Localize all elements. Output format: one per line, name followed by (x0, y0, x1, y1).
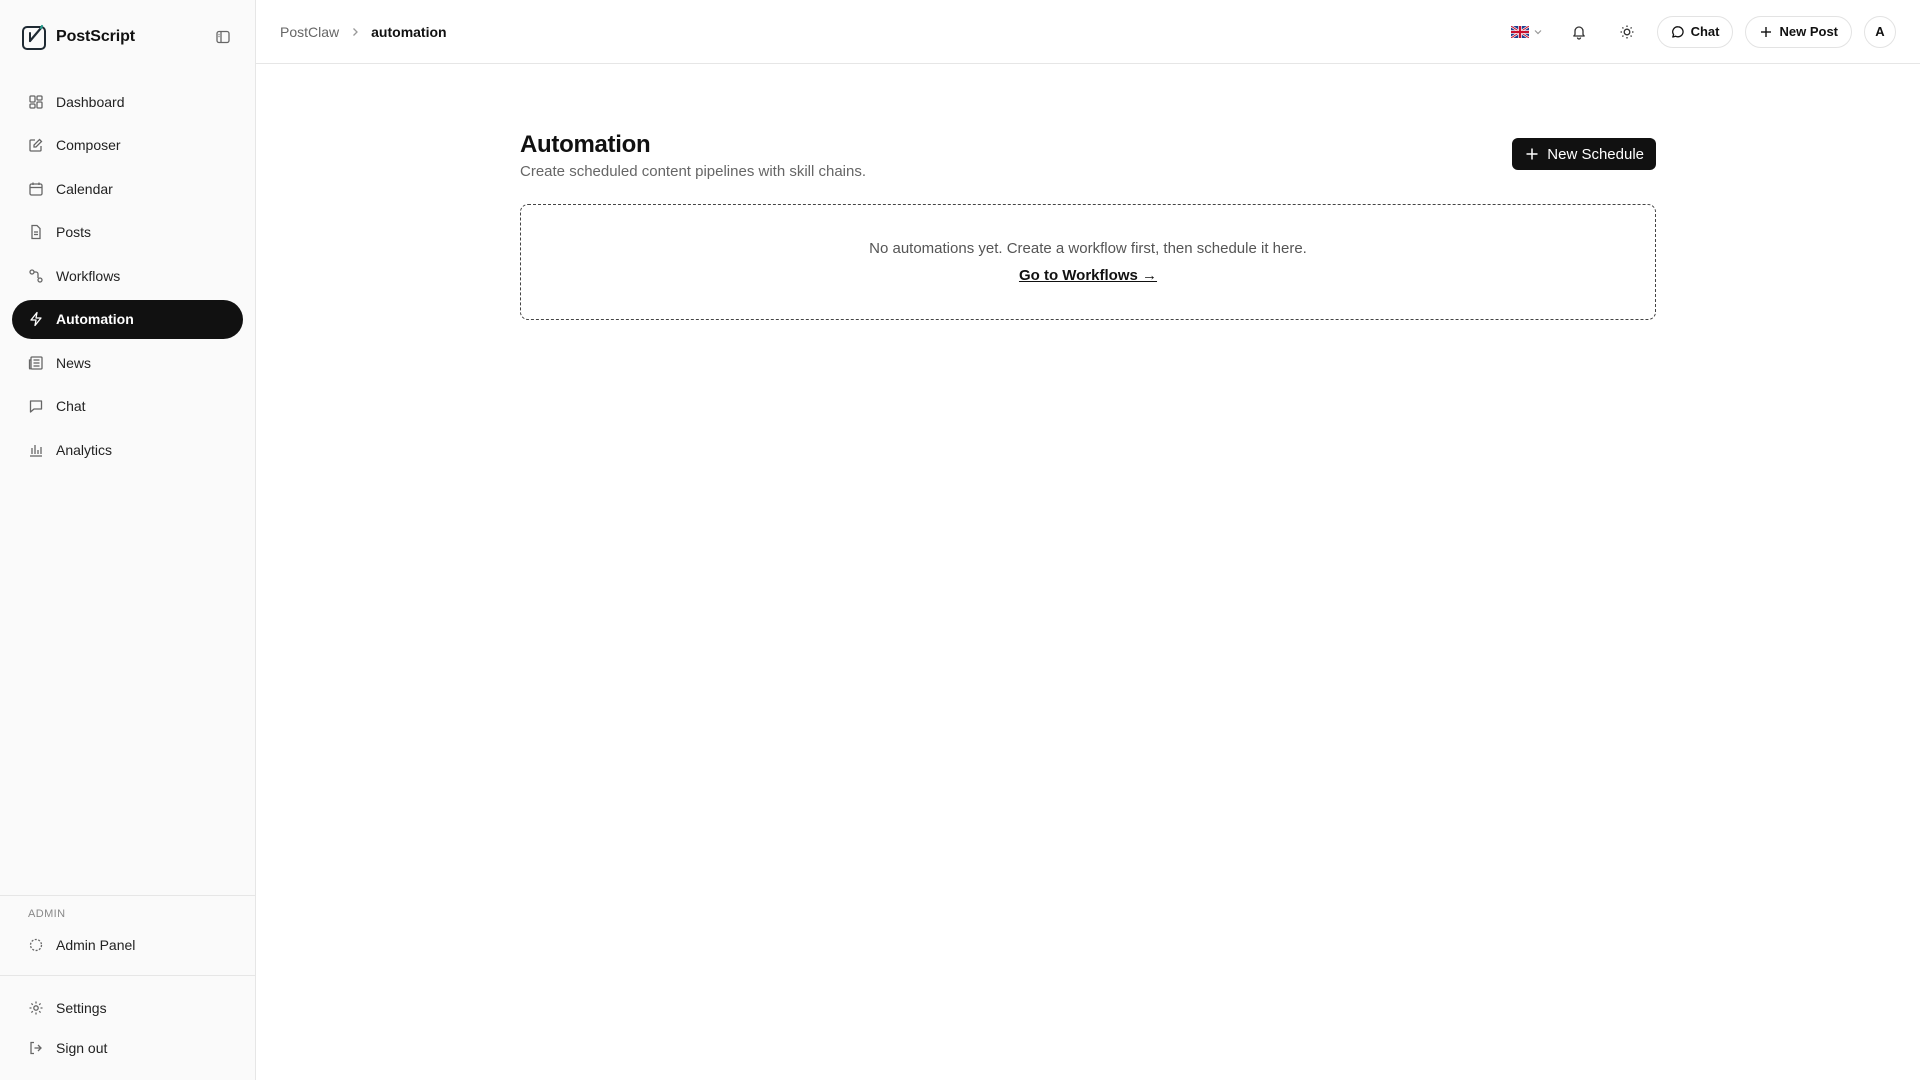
sidebar-item-label: Composer (56, 137, 121, 154)
plus-icon (1525, 147, 1539, 161)
plus-icon (1759, 25, 1773, 39)
chat-button-label: Chat (1690, 24, 1720, 39)
avatar[interactable]: A (1864, 15, 1896, 48)
new-schedule-button[interactable]: New Schedule (1512, 138, 1656, 170)
sidebar: PostScript Dashboard Composer Calendar P… (0, 0, 256, 1080)
sign-out-icon (28, 1040, 44, 1056)
automation-page: Automation Create scheduled content pipe… (520, 130, 1656, 320)
newspaper-icon (28, 355, 44, 371)
page-subtitle: Create scheduled content pipelines with … (520, 163, 867, 180)
brand[interactable]: PostScript (21, 24, 135, 51)
admin-section: ADMIN Admin Panel (0, 894, 255, 976)
chevron-down-icon (1533, 27, 1543, 37)
gear-icon (28, 1000, 44, 1016)
sidebar-item-label: Automation (56, 311, 134, 328)
uk-flag-icon (1510, 25, 1529, 38)
bar-chart-icon (28, 442, 44, 458)
app-root: PostScript Dashboard Composer Calendar P… (0, 0, 1920, 1080)
empty-state-text: No automations yet. Create a workflow fi… (869, 240, 1307, 257)
sidebar-item-workflows[interactable]: Workflows (12, 256, 243, 296)
sidebar-bottom: Settings Sign out (0, 975, 255, 1080)
compose-icon (28, 137, 44, 153)
lightning-icon (28, 311, 44, 327)
sidebar-nav: Dashboard Composer Calendar Posts Workfl… (0, 74, 255, 470)
admin-icon (28, 937, 44, 953)
sidebar-item-label: Analytics (56, 441, 113, 458)
sidebar-item-settings[interactable]: Settings (12, 988, 243, 1028)
sidebar-item-composer[interactable]: Composer (12, 126, 243, 166)
new-schedule-label: New Schedule (1547, 145, 1644, 163)
sidebar-toggle-icon[interactable] (212, 26, 234, 48)
page-header: Automation Create scheduled content pipe… (520, 130, 1656, 180)
main-area: PostClaw automation Chat New Post A Auto… (256, 0, 1920, 1080)
chat-icon (1671, 25, 1685, 39)
sidebar-item-label: News (56, 354, 92, 371)
sidebar-item-label: Sign out (56, 1040, 108, 1056)
sidebar-item-posts[interactable]: Posts (12, 213, 243, 253)
theme-toggle-sun-icon[interactable] (1609, 14, 1645, 50)
topbar-actions: Chat New Post A (1505, 14, 1896, 50)
sidebar-item-label: Admin Panel (56, 937, 136, 954)
sidebar-item-news[interactable]: News (12, 343, 243, 383)
sign-out-button[interactable]: Sign out (12, 1028, 243, 1068)
breadcrumb-current: automation (371, 23, 447, 40)
chat-button[interactable]: Chat (1656, 15, 1734, 48)
notifications-bell-icon[interactable] (1561, 14, 1597, 50)
sidebar-item-admin-panel[interactable]: Admin Panel (12, 926, 243, 966)
sidebar-item-label: Chat (56, 398, 86, 415)
sidebar-item-label: Settings (56, 1000, 107, 1016)
postscript-logo-icon (21, 24, 48, 51)
sidebar-item-calendar[interactable]: Calendar (12, 169, 243, 209)
sidebar-item-analytics[interactable]: Analytics (12, 430, 243, 470)
admin-section-label: ADMIN (28, 907, 66, 920)
page-title: Automation (520, 131, 651, 158)
sidebar-item-automation[interactable]: Automation (12, 299, 243, 339)
brand-header: PostScript (0, 0, 255, 74)
breadcrumb: PostClaw automation (280, 24, 447, 40)
go-to-workflows-link[interactable]: Go to Workflows → (1019, 267, 1157, 284)
brand-name: PostScript (56, 28, 136, 45)
sidebar-item-label: Posts (56, 224, 92, 241)
empty-state-card: No automations yet. Create a workflow fi… (520, 204, 1656, 320)
workflow-icon (28, 268, 44, 284)
breadcrumb-root[interactable]: PostClaw (280, 24, 339, 40)
new-post-button[interactable]: New Post (1745, 15, 1852, 48)
content-area: Automation Create scheduled content pipe… (256, 64, 1920, 1080)
document-icon (28, 224, 44, 240)
page-heading-group: Automation Create scheduled content pipe… (520, 130, 866, 180)
sidebar-item-label: Calendar (56, 180, 113, 197)
sidebar-item-label: Workflows (56, 267, 121, 284)
sidebar-item-chat[interactable]: Chat (12, 387, 243, 427)
calendar-icon (28, 181, 44, 197)
dashboard-icon (28, 94, 44, 110)
language-select[interactable] (1505, 25, 1549, 38)
topbar: PostClaw automation Chat New Post A (256, 0, 1920, 64)
new-post-button-label: New Post (1779, 24, 1838, 39)
chevron-right-icon (349, 26, 361, 38)
chat-icon (28, 398, 44, 414)
sidebar-item-label: Dashboard (56, 93, 125, 110)
sidebar-item-dashboard[interactable]: Dashboard (12, 82, 243, 122)
